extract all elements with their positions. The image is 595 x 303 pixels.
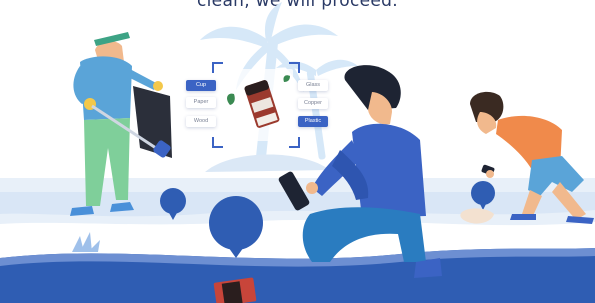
water-drop-icon	[209, 196, 263, 258]
tag-paper[interactable]: Paper	[186, 97, 216, 108]
tag-plastic[interactable]: Plastic	[298, 116, 328, 127]
tag-wood[interactable]: Wood	[186, 116, 216, 127]
illustration-stage: clean, we will proceed. Cup Paper Wood G…	[0, 0, 595, 303]
tag-cup[interactable]: Cup	[186, 80, 216, 91]
island-mound	[205, 154, 330, 172]
tag-glass[interactable]: Glass	[298, 80, 328, 91]
beach-cleanup-illustration	[0, 2, 595, 303]
tag-copper[interactable]: Copper	[298, 98, 328, 109]
grass-tuft-icon	[72, 232, 100, 252]
